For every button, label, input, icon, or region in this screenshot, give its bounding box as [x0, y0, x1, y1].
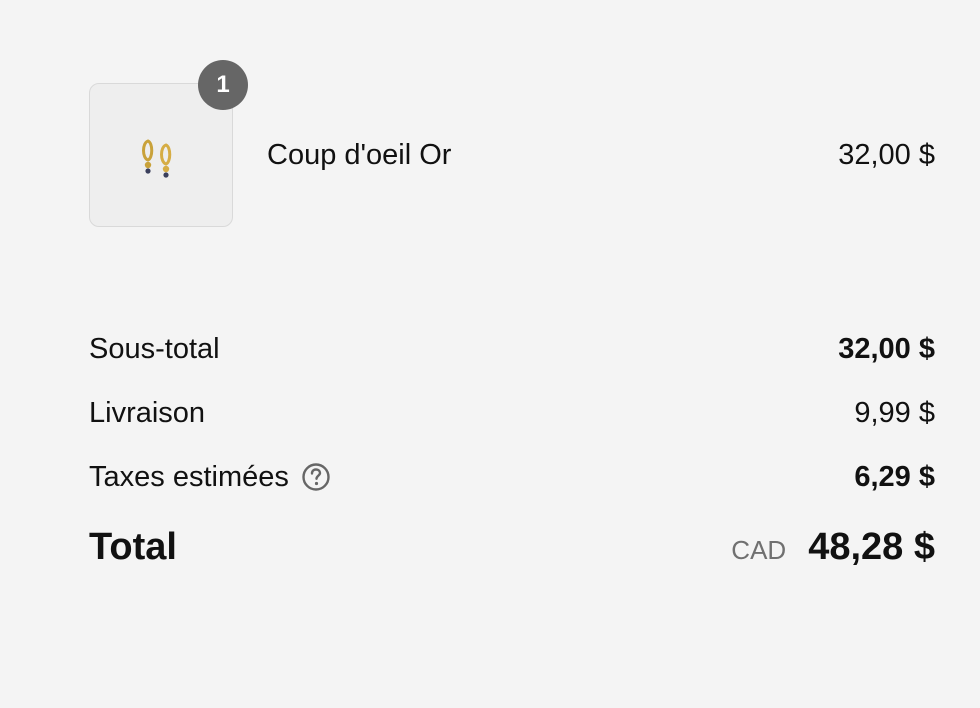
shipping-row: Livraison 9,99 $ — [89, 393, 935, 433]
currency-code: CAD — [731, 534, 787, 565]
product-price: 32,00 $ — [838, 139, 935, 171]
gold-earrings-icon — [142, 139, 172, 178]
product-thumbnail: 1 — [89, 60, 248, 227]
shipping-label: Livraison — [89, 396, 206, 429]
total-row: Total CAD 48,28 $ — [89, 522, 935, 572]
subtotal-row: Sous-total 32,00 $ — [89, 329, 935, 369]
order-summary: 1 Coup d'oeil Or 32,00 $ Sous-total 32,0… — [89, 0, 935, 708]
taxes-label-group: Taxes estimées — [89, 461, 331, 494]
taxes-value: 6,29 $ — [854, 460, 935, 493]
taxes-label: Taxes estimées — [89, 460, 289, 493]
quantity-badge: 1 — [198, 60, 248, 110]
shipping-value: 9,99 $ — [854, 396, 935, 429]
total-amount-group: CAD 48,28 $ — [731, 526, 935, 569]
subtotal-label: Sous-total — [89, 332, 220, 365]
question-circle-icon[interactable] — [301, 462, 331, 492]
cart-line-item: 1 Coup d'oeil Or 32,00 $ — [89, 60, 935, 229]
total-value: 48,28 $ — [808, 525, 935, 568]
subtotal-value: 32,00 $ — [838, 332, 935, 365]
taxes-row: Taxes estimées 6,29 $ — [89, 457, 935, 497]
total-label: Total — [89, 525, 177, 568]
product-name: Coup d'oeil Or — [267, 139, 452, 171]
